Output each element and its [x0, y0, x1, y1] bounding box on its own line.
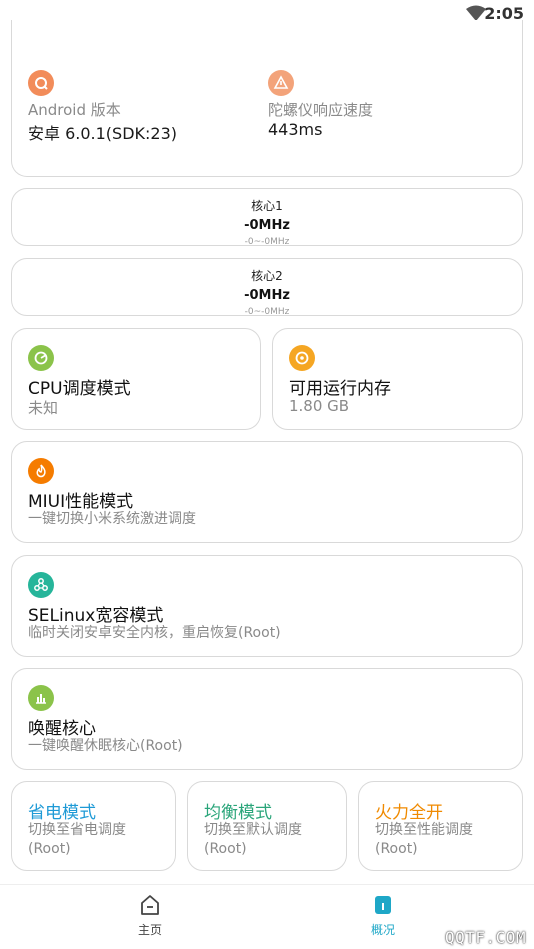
mode-title: SELinux宽容模式 [28, 606, 164, 626]
mode-title: MIUI性能模式 [28, 492, 134, 512]
selinux-permissive-card[interactable]: SELinux宽容模式 临时关闭安卓安全内核，重启恢复(Root) [11, 555, 523, 657]
android-version-label: Android 版本 [28, 101, 121, 119]
profile-title: 火力全开 [375, 803, 443, 823]
balanced-button[interactable]: 均衡模式 切换至默认调度(Root) [187, 781, 347, 871]
core-frequency: -0MHz [244, 218, 290, 233]
android-version-value: 安卓 6.0.1(SDK:23) [28, 124, 178, 143]
core-frequency: -0MHz [244, 288, 290, 303]
profile-description: 切换至默认调度(Root) [204, 822, 302, 857]
core-range: -0~-0MHz [244, 237, 290, 247]
mode-title: 唤醒核心 [28, 719, 96, 739]
memory-icon [289, 345, 315, 371]
gyro-speed-value: 443ms [268, 120, 323, 139]
cpu-governor-value: 未知 [28, 399, 59, 417]
memory-value: 1.80 GB [289, 397, 350, 415]
wake-cores-card[interactable]: 唤醒核心 一键唤醒休眠核心(Root) [11, 668, 523, 770]
miui-performance-card[interactable]: MIUI性能模式 一键切换小米系统激进调度 [11, 441, 523, 543]
core-card-1: 核心1 -0MHz -0~-0MHz [11, 188, 523, 247]
performance-button[interactable]: 火力全开 切换至性能调度(Root) [358, 781, 523, 871]
nav-overview[interactable]: 概况 [343, 893, 423, 938]
nav-overview-label: 概况 [370, 923, 395, 937]
profile-description: 切换至性能调度(Root) [375, 822, 473, 857]
nav-home-label: 主页 [137, 923, 162, 937]
android-icon [28, 70, 54, 96]
watermark: QQTF.COM [444, 928, 526, 947]
cpu-governor-title: CPU调度模式 [28, 379, 131, 399]
gyro-speed-label: 陀螺仪响应速度 [268, 101, 374, 119]
core-range: -0~-0MHz [244, 307, 290, 317]
nav-home[interactable]: 主页 [110, 893, 190, 938]
core-name: 核心1 [251, 199, 283, 213]
wifi-icon [466, 5, 486, 21]
power-save-button[interactable]: 省电模式 切换至省电调度(Root) [11, 781, 176, 871]
pie-icon [28, 345, 54, 371]
memory-title: 可用运行内存 [289, 379, 391, 399]
home-icon [141, 895, 159, 915]
device-info-card: Android 版本 安卓 6.0.1(SDK:23) 陀螺仪响应速度 443m… [11, 20, 523, 177]
chart-icon [28, 685, 54, 711]
mode-description: 一键唤醒休眠核心(Root) [28, 738, 183, 754]
mode-description: 一键切换小米系统激进调度 [28, 511, 196, 527]
warning-icon [268, 70, 294, 96]
core-card-2: 核心2 -0MHz -0~-0MHz [11, 258, 523, 317]
mode-description: 临时关闭安卓安全内核，重启恢复(Root) [28, 625, 281, 641]
profile-description: 切换至省电调度(Root) [28, 822, 126, 857]
memory-card: 可用运行内存 1.80 GB [272, 328, 523, 430]
profile-title: 均衡模式 [204, 803, 272, 823]
core-name: 核心2 [251, 269, 283, 283]
flame-icon [28, 458, 54, 484]
overview-icon [375, 896, 391, 914]
molecule-icon [28, 572, 54, 598]
profile-title: 省电模式 [28, 803, 96, 823]
cpu-governor-card[interactable]: CPU调度模式 未知 [11, 328, 261, 430]
